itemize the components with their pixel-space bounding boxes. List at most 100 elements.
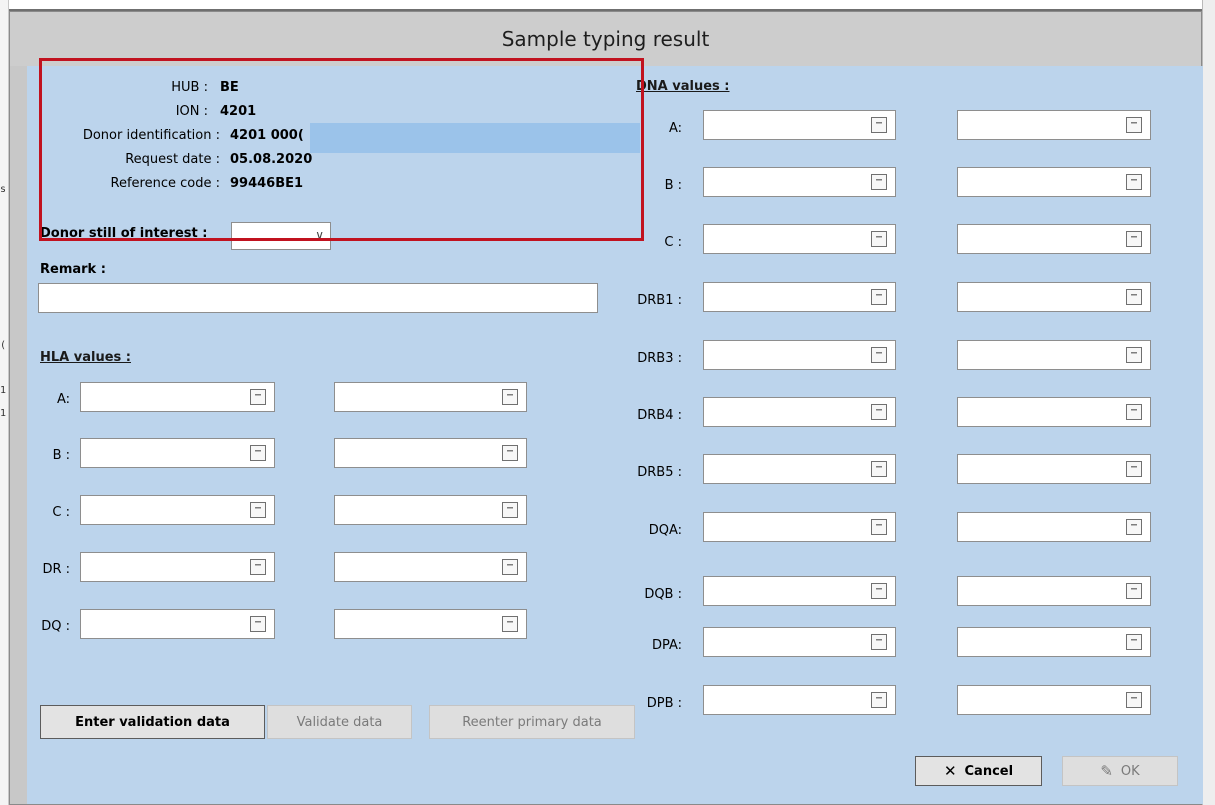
ellipsis-picker-icon[interactable]: ⋯ bbox=[502, 502, 518, 518]
background-right-panel bbox=[1202, 0, 1215, 805]
remark-input[interactable] bbox=[38, 283, 598, 313]
hla-value-input[interactable]: ⋯ bbox=[334, 438, 527, 468]
ellipsis-picker-icon[interactable]: ⋯ bbox=[871, 634, 887, 650]
ellipsis-picker-icon[interactable]: ⋯ bbox=[871, 519, 887, 535]
ellipsis-picker-icon[interactable]: ⋯ bbox=[502, 616, 518, 632]
ellipsis-picker-icon[interactable]: ⋯ bbox=[1126, 583, 1142, 599]
ion-value: 4201 bbox=[220, 104, 257, 119]
dna-values-title: DNA values : bbox=[636, 79, 730, 94]
ellipsis-picker-icon[interactable]: ⋯ bbox=[1126, 174, 1142, 190]
ellipsis-picker-icon[interactable]: ⋯ bbox=[250, 445, 266, 461]
ellipsis-picker-icon[interactable]: ⋯ bbox=[1126, 117, 1142, 133]
dna-value-input[interactable]: ⋯ bbox=[957, 340, 1151, 370]
ellipsis-picker-icon[interactable]: ⋯ bbox=[871, 174, 887, 190]
ellipsis-picker-icon[interactable]: ⋯ bbox=[871, 692, 887, 708]
hla-row-label: C : bbox=[52, 505, 70, 520]
ellipsis-picker-icon[interactable]: ⋯ bbox=[1126, 519, 1142, 535]
ellipsis-picker-icon[interactable]: ⋯ bbox=[1126, 347, 1142, 363]
hub-label: HUB : bbox=[171, 80, 208, 95]
hla-row-label: A: bbox=[56, 392, 70, 407]
dna-value-input[interactable]: ⋯ bbox=[957, 397, 1151, 427]
ellipsis-picker-icon[interactable]: ⋯ bbox=[1126, 692, 1142, 708]
dna-value-input[interactable]: ⋯ bbox=[957, 512, 1151, 542]
close-icon: ✕ bbox=[943, 762, 957, 780]
hla-value-input[interactable]: ⋯ bbox=[80, 552, 275, 582]
ion-label: ION : bbox=[175, 104, 208, 119]
request-date-value: 05.08.2020 bbox=[230, 152, 313, 167]
edit-check-icon: ✎ bbox=[1100, 762, 1113, 780]
dna-row-label: A: bbox=[668, 121, 682, 136]
ellipsis-picker-icon[interactable]: ⋯ bbox=[250, 502, 266, 518]
dna-value-input[interactable]: ⋯ bbox=[703, 576, 896, 606]
donor-still-interest-select[interactable]: ∨ bbox=[231, 222, 331, 250]
hla-row-label: DR : bbox=[42, 562, 70, 577]
background-text-fragment: 1 bbox=[0, 385, 7, 396]
reference-code-label: Reference code : bbox=[110, 176, 220, 191]
validate-data-button[interactable]: Validate data bbox=[267, 705, 412, 739]
hla-value-input[interactable]: ⋯ bbox=[334, 609, 527, 639]
hla-value-input[interactable]: ⋯ bbox=[80, 438, 275, 468]
dna-value-input[interactable]: ⋯ bbox=[957, 454, 1151, 484]
dna-value-input[interactable]: ⋯ bbox=[703, 282, 896, 312]
ellipsis-picker-icon[interactable]: ⋯ bbox=[502, 559, 518, 575]
dna-value-input[interactable]: ⋯ bbox=[703, 340, 896, 370]
ellipsis-picker-icon[interactable]: ⋯ bbox=[871, 289, 887, 305]
dna-row-label: DPA: bbox=[651, 638, 682, 653]
ellipsis-picker-icon[interactable]: ⋯ bbox=[502, 389, 518, 405]
dna-row-label: DRB4 : bbox=[637, 408, 682, 423]
ellipsis-picker-icon[interactable]: ⋯ bbox=[871, 117, 887, 133]
ellipsis-picker-icon[interactable]: ⋯ bbox=[871, 404, 887, 420]
ellipsis-picker-icon[interactable]: ⋯ bbox=[250, 559, 266, 575]
enter-validation-data-button[interactable]: Enter validation data bbox=[40, 705, 265, 739]
cancel-button[interactable]: ✕ Cancel bbox=[915, 756, 1042, 786]
dna-row-label: DRB3 : bbox=[637, 351, 682, 366]
dna-value-input[interactable]: ⋯ bbox=[957, 110, 1151, 140]
ellipsis-picker-icon[interactable]: ⋯ bbox=[871, 583, 887, 599]
dna-value-input[interactable]: ⋯ bbox=[703, 110, 896, 140]
dna-value-input[interactable]: ⋯ bbox=[703, 454, 896, 484]
dna-row-label: B : bbox=[664, 178, 682, 193]
dna-value-input[interactable]: ⋯ bbox=[957, 167, 1151, 197]
dna-value-input[interactable]: ⋯ bbox=[957, 685, 1151, 715]
dna-row-label: DQB : bbox=[644, 587, 682, 602]
ellipsis-picker-icon[interactable]: ⋯ bbox=[1126, 289, 1142, 305]
dna-row-label: DQA: bbox=[648, 523, 682, 538]
hub-value: BE bbox=[220, 80, 239, 95]
ellipsis-picker-icon[interactable]: ⋯ bbox=[1126, 231, 1142, 247]
ellipsis-picker-icon[interactable]: ⋯ bbox=[250, 389, 266, 405]
hla-value-input[interactable]: ⋯ bbox=[80, 609, 275, 639]
ellipsis-picker-icon[interactable]: ⋯ bbox=[1126, 634, 1142, 650]
ellipsis-picker-icon[interactable]: ⋯ bbox=[1126, 404, 1142, 420]
dna-value-input[interactable]: ⋯ bbox=[957, 224, 1151, 254]
ellipsis-picker-icon[interactable]: ⋯ bbox=[871, 347, 887, 363]
reenter-primary-data-button[interactable]: Reenter primary data bbox=[429, 705, 635, 739]
dna-value-input[interactable]: ⋯ bbox=[703, 627, 896, 657]
hla-value-input[interactable]: ⋯ bbox=[80, 495, 275, 525]
hla-value-input[interactable]: ⋯ bbox=[334, 495, 527, 525]
background-text-fragment: s bbox=[0, 184, 7, 195]
hla-value-input[interactable]: ⋯ bbox=[334, 552, 527, 582]
ellipsis-picker-icon[interactable]: ⋯ bbox=[250, 616, 266, 632]
donor-identification-value: 4201 000( bbox=[230, 128, 304, 143]
ellipsis-picker-icon[interactable]: ⋯ bbox=[502, 445, 518, 461]
hla-value-input[interactable]: ⋯ bbox=[80, 382, 275, 412]
dna-row-label: DRB5 : bbox=[637, 465, 682, 480]
dna-value-input[interactable]: ⋯ bbox=[703, 512, 896, 542]
ellipsis-picker-icon[interactable]: ⋯ bbox=[871, 461, 887, 477]
ok-label: OK bbox=[1120, 763, 1140, 779]
reference-code-value: 99446BE1 bbox=[230, 176, 304, 191]
hla-value-input[interactable]: ⋯ bbox=[334, 382, 527, 412]
dna-value-input[interactable]: ⋯ bbox=[957, 282, 1151, 312]
dna-value-input[interactable]: ⋯ bbox=[957, 627, 1151, 657]
dna-row-label: C : bbox=[664, 235, 682, 250]
dna-value-input[interactable]: ⋯ bbox=[703, 397, 896, 427]
dna-value-input[interactable]: ⋯ bbox=[957, 576, 1151, 606]
dna-value-input[interactable]: ⋯ bbox=[703, 224, 896, 254]
dna-value-input[interactable]: ⋯ bbox=[703, 167, 896, 197]
request-date-label: Request date : bbox=[125, 152, 220, 167]
donor-still-interest-label: Donor still of interest : bbox=[40, 226, 208, 241]
ok-button[interactable]: ✎ OK bbox=[1062, 756, 1178, 786]
ellipsis-picker-icon[interactable]: ⋯ bbox=[1126, 461, 1142, 477]
ellipsis-picker-icon[interactable]: ⋯ bbox=[871, 231, 887, 247]
dna-value-input[interactable]: ⋯ bbox=[703, 685, 896, 715]
